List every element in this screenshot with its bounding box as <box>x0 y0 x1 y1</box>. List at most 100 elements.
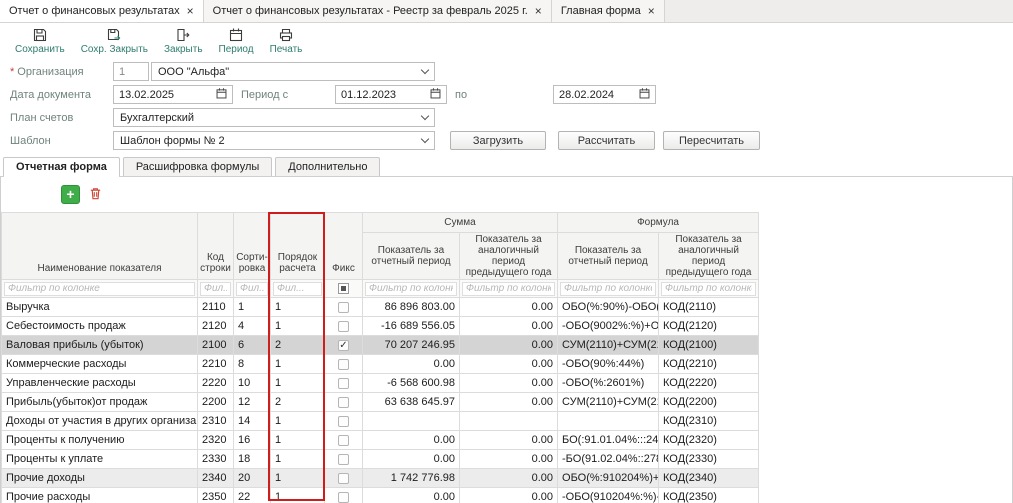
chevron-down-icon[interactable] <box>421 112 429 120</box>
filter-input-order[interactable] <box>273 282 322 296</box>
organization-combo[interactable]: ООО "Альфа" <box>151 62 435 81</box>
period-from-label: Период с <box>241 89 335 101</box>
filter-input-formula-previous[interactable] <box>661 282 756 296</box>
template-select[interactable]: Шаблон формы № 2 <box>113 131 435 150</box>
cell-sort: 4 <box>234 317 271 336</box>
cell-sum-current: 1 742 776.98 <box>363 469 460 488</box>
fix-checkbox[interactable] <box>338 359 349 370</box>
window-tab-main-form[interactable]: Главная форма × <box>552 0 665 22</box>
cell-line-code: 2200 <box>198 393 234 412</box>
fix-checkbox[interactable] <box>338 416 349 427</box>
filter-input-sort[interactable] <box>236 282 268 296</box>
cell-sum-previous: 0.00 <box>460 393 558 412</box>
calendar-icon[interactable] <box>215 87 228 103</box>
table-row[interactable]: Проценты к уплате 2330 18 1 0.00 0.00 -Б… <box>2 450 759 469</box>
period-to-input[interactable] <box>554 89 638 101</box>
tab-formula-decode[interactable]: Расшифровка формулы <box>123 157 272 176</box>
chevron-down-icon[interactable] <box>421 66 429 74</box>
main-toolbar: Сохранить Сохр. Закрыть Закрыть Период <box>0 23 1013 56</box>
table-row[interactable]: Прибыль(убыток)от продаж 2200 12 2 63 63… <box>2 393 759 412</box>
save-button-label: Сохранить <box>15 44 65 55</box>
recalculate-button[interactable]: Пересчитать <box>663 131 760 150</box>
table-row[interactable]: Доходы от участия в других организаци...… <box>2 412 759 431</box>
fix-checkbox[interactable] <box>338 492 349 503</box>
table-row[interactable]: Коммерческие расходы 2210 8 1 0.00 0.00 … <box>2 355 759 374</box>
cell-sum-current: 0.00 <box>363 488 460 503</box>
print-button[interactable]: Печать <box>263 26 310 56</box>
col-header-formula-previous[interactable]: Показатель за аналогичный период предыду… <box>659 233 759 280</box>
window-tab-report[interactable]: Отчет о финансовых результатах × <box>0 0 204 22</box>
fix-filter-checkbox[interactable] <box>338 283 349 294</box>
required-mark: * <box>10 66 14 78</box>
close-button[interactable]: Закрыть <box>157 26 210 56</box>
filter-input-formula-current[interactable] <box>560 282 656 296</box>
save-close-button[interactable]: Сохр. Закрыть <box>74 26 155 56</box>
col-header-name[interactable]: Наименование показателя <box>2 213 198 280</box>
cell-fix <box>325 450 363 469</box>
col-header-formula-current[interactable]: Показатель за отчетный период <box>558 233 659 280</box>
col-header-sum-previous[interactable]: Показатель за аналогичный период предыду… <box>460 233 558 280</box>
fix-checkbox[interactable] <box>338 397 349 408</box>
chevron-down-icon[interactable] <box>421 135 429 143</box>
save-close-button-label: Сохр. Закрыть <box>81 44 148 55</box>
chart-of-accounts-select[interactable]: Бухгалтерский <box>113 108 435 127</box>
period-from-input[interactable] <box>336 89 429 101</box>
cell-indicator-name: Выручка <box>2 298 198 317</box>
report-form-panel: + Наименование показателя Код строки Сор… <box>0 176 1013 503</box>
col-header-fix[interactable]: Фикс <box>325 213 363 280</box>
save-button[interactable]: Сохранить <box>8 26 72 56</box>
cell-fix <box>325 393 363 412</box>
col-header-order[interactable]: Порядок расчета <box>271 213 325 280</box>
period-button[interactable]: Период <box>212 26 261 56</box>
fix-checkbox[interactable] <box>338 378 349 389</box>
load-button[interactable]: Загрузить <box>450 131 546 150</box>
delete-row-button[interactable] <box>86 185 105 204</box>
calendar-icon[interactable] <box>429 87 442 103</box>
table-row[interactable]: Управленческие расходы 2220 10 1 -6 568 … <box>2 374 759 393</box>
calendar-icon[interactable] <box>638 87 651 103</box>
print-button-label: Печать <box>270 44 303 55</box>
tab-report-form[interactable]: Отчетная форма <box>3 157 120 176</box>
cell-indicator-name: Проценты к получению <box>2 431 198 450</box>
col-header-sum-current[interactable]: Показатель за отчетный период <box>363 233 460 280</box>
fix-checkbox[interactable] <box>338 302 349 313</box>
cell-sum-previous: 0.00 <box>460 431 558 450</box>
calendar-icon <box>228 27 244 43</box>
cell-fix <box>325 488 363 503</box>
cell-calc-order: 1 <box>271 488 325 503</box>
fix-checkbox[interactable] <box>338 454 349 465</box>
filter-input-sum-previous[interactable] <box>462 282 555 296</box>
tab-close-icon[interactable]: × <box>535 5 542 17</box>
fix-checkbox[interactable] <box>338 321 349 332</box>
table-row[interactable]: Выручка 2110 1 1 86 896 803.00 0.00 ОБО(… <box>2 298 759 317</box>
cell-sum-current: 63 638 645.97 <box>363 393 460 412</box>
cell-sort: 8 <box>234 355 271 374</box>
table-row[interactable]: Себестоимость продаж 2120 4 1 -16 689 55… <box>2 317 759 336</box>
cell-formula-previous: КОД(2350) <box>659 488 759 503</box>
tab-close-icon[interactable]: × <box>648 5 655 17</box>
table-row[interactable]: Прочие расходы 2350 22 1 0.00 0.00 -ОБО(… <box>2 488 759 503</box>
fix-checkbox[interactable]: ✓ <box>338 340 349 351</box>
calculate-button[interactable]: Рассчитать <box>558 131 655 150</box>
template-value: Шаблон формы № 2 <box>120 135 225 147</box>
tab-close-icon[interactable]: × <box>187 5 194 17</box>
col-header-sort[interactable]: Сорти- ровка <box>234 213 271 280</box>
indicators-table: Наименование показателя Код строки Сорти… <box>1 212 759 503</box>
fix-checkbox[interactable] <box>338 473 349 484</box>
fix-checkbox[interactable] <box>338 435 349 446</box>
filter-input-code[interactable] <box>200 282 231 296</box>
organization-code-input[interactable] <box>114 66 148 78</box>
table-row[interactable]: Проценты к получению 2320 16 1 0.00 0.00… <box>2 431 759 450</box>
cell-fix: ✓ <box>325 336 363 355</box>
cell-formula-current: -ОБО(9002%:%)+ОБ... <box>558 317 659 336</box>
filter-input-name[interactable] <box>4 282 195 296</box>
window-tab-registry[interactable]: Отчет о финансовых результатах - Реестр … <box>204 0 552 22</box>
table-row[interactable]: Валовая прибыль (убыток) 2100 6 2 ✓ 70 2… <box>2 336 759 355</box>
doc-date-input[interactable] <box>114 89 215 101</box>
tab-additional[interactable]: Дополнительно <box>275 157 380 176</box>
add-row-button[interactable]: + <box>61 185 80 204</box>
filter-input-sum-current[interactable] <box>365 282 457 296</box>
table-row[interactable]: Прочие доходы 2340 20 1 1 742 776.98 0.0… <box>2 469 759 488</box>
cell-indicator-name: Прочие расходы <box>2 488 198 503</box>
col-header-code[interactable]: Код строки <box>198 213 234 280</box>
